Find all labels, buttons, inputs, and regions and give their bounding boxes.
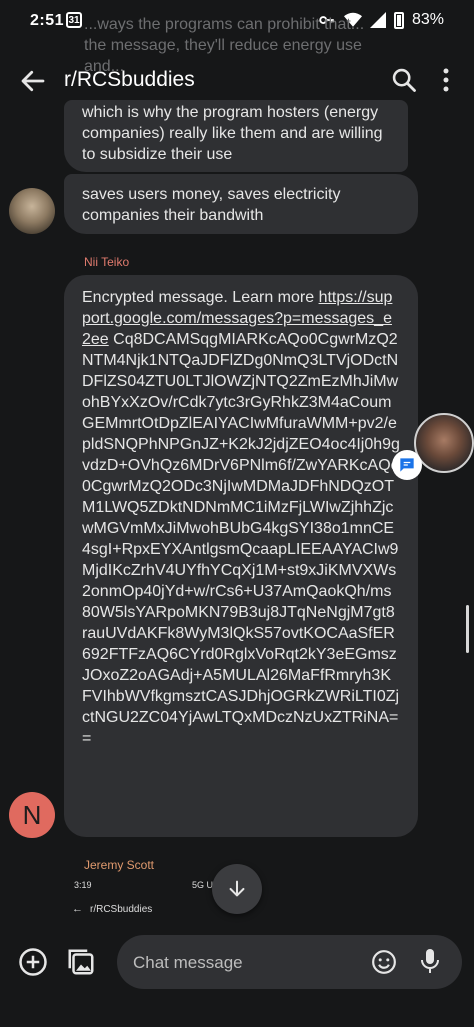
emoji-icon[interactable] (371, 949, 397, 975)
preview-back-icon: ← (72, 903, 83, 915)
conversation-title: r/RCSbuddies (64, 68, 195, 91)
back-arrow-icon[interactable] (18, 66, 48, 96)
preview-title: r/RCSbuddies (90, 904, 153, 915)
more-vert-icon[interactable] (436, 66, 456, 94)
add-circle-icon[interactable] (18, 947, 48, 977)
chat-badge-icon (392, 450, 422, 480)
chat-input-container (117, 935, 462, 991)
chat-head-avatar[interactable] (414, 413, 474, 473)
scroll-to-bottom-button[interactable] (212, 864, 262, 914)
message-text-body: Cq8DCAMSqgMIARKcAQo0CgwrMzQ2NTM4Njk1NTQa… (82, 331, 400, 747)
message-text-prefix: Encrypted message. Learn more (82, 289, 319, 306)
message-bubble[interactable]: which is why the program hosters (energy… (64, 100, 408, 172)
avatar[interactable]: N (9, 792, 55, 838)
search-icon[interactable] (390, 66, 418, 94)
message-text: which is why the program hosters (energy… (82, 104, 383, 163)
microphone-icon[interactable] (419, 947, 441, 975)
scrollbar[interactable] (466, 605, 469, 653)
arrow-down-icon (229, 880, 245, 897)
chat-message-input[interactable] (131, 935, 355, 991)
preview-time: 3:19 (74, 880, 92, 890)
sender-name: Nii Teiko (84, 255, 130, 269)
avatar[interactable] (9, 188, 55, 234)
message-bubble[interactable]: saves users money, saves electricity com… (64, 174, 418, 234)
message-bubble[interactable]: Encrypted message. Learn more https://su… (64, 275, 418, 837)
calendar-icon: 31 (66, 12, 82, 28)
message-text: saves users money, saves electricity com… (82, 186, 341, 224)
gallery-icon[interactable] (66, 947, 96, 977)
battery-percent: 83% (411, 11, 444, 28)
composer (0, 928, 474, 1027)
sender-name: Jeremy Scott (84, 858, 155, 872)
status-time: 2:51 (30, 12, 65, 29)
